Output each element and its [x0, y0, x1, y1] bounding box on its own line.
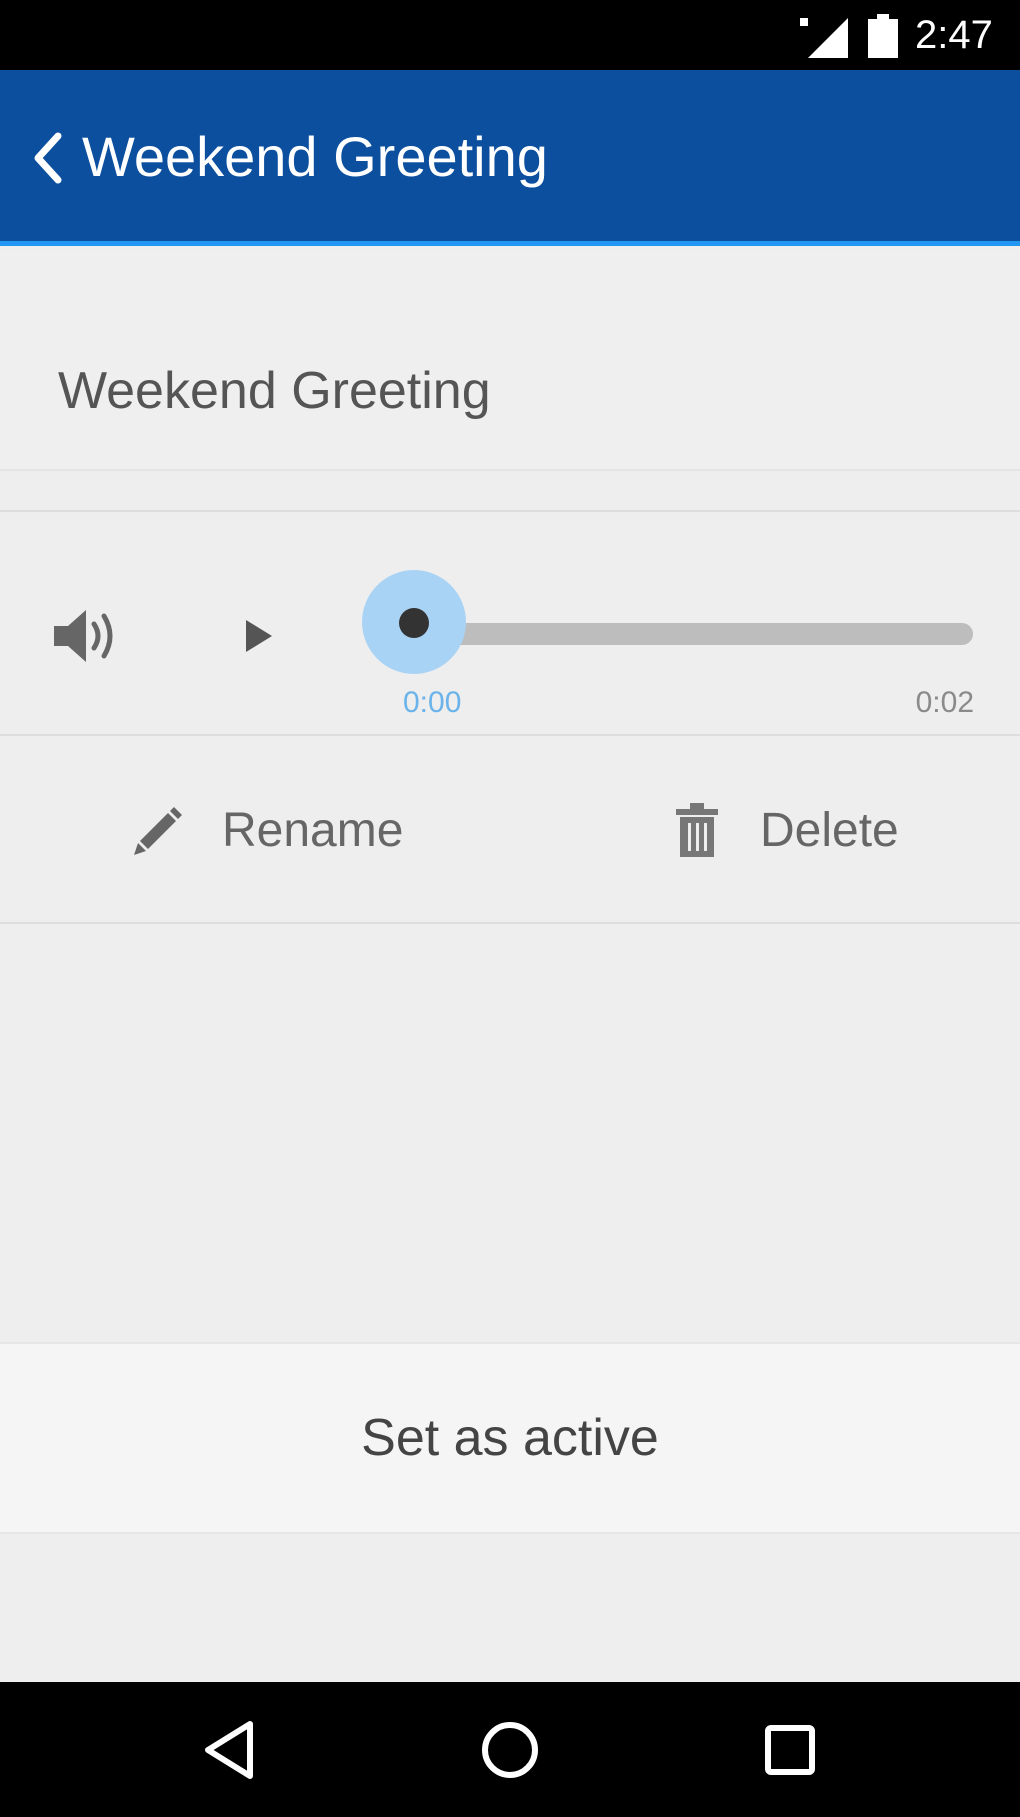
- home-circle-icon[interactable]: [476, 1716, 544, 1784]
- back-triangle-icon[interactable]: [196, 1716, 264, 1784]
- recents-square-icon[interactable]: [756, 1716, 824, 1784]
- status-bar: 2:47: [0, 0, 1020, 70]
- pencil-icon: [134, 807, 182, 855]
- total-time: 0:02: [915, 686, 974, 719]
- chevron-left-icon[interactable]: [30, 128, 66, 188]
- current-time: 0:00: [403, 686, 462, 719]
- play-icon[interactable]: [244, 618, 274, 654]
- delete-label: Delete: [760, 803, 899, 857]
- divider: [0, 734, 1020, 736]
- rename-button[interactable]: Rename: [130, 738, 403, 922]
- divider: [0, 922, 1020, 924]
- greeting-name: Weekend Greeting: [58, 362, 491, 420]
- trash-icon: [676, 803, 718, 857]
- actions-row: Rename Delete: [0, 738, 1020, 922]
- audio-player: 0:00 0:02: [0, 514, 1020, 734]
- set-as-active-button[interactable]: Set as active: [0, 1342, 1020, 1534]
- battery-icon: [868, 14, 898, 58]
- rename-label: Rename: [222, 803, 404, 857]
- page-title: Weekend Greeting: [82, 125, 548, 188]
- seek-bar-track[interactable]: [413, 623, 973, 645]
- greeting-name-card: Weekend Greeting: [0, 251, 1020, 471]
- seek-bar-thumb[interactable]: [399, 608, 429, 638]
- cell-signal-icon: [800, 18, 848, 58]
- app-bar: Weekend Greeting: [0, 70, 1020, 246]
- volume-icon[interactable]: [50, 606, 120, 666]
- delete-button[interactable]: Delete: [668, 738, 899, 922]
- set-as-active-label: Set as active: [361, 1409, 659, 1467]
- divider: [0, 510, 1020, 512]
- status-time: 2:47: [915, 13, 993, 57]
- navigation-bar: [0, 1682, 1020, 1817]
